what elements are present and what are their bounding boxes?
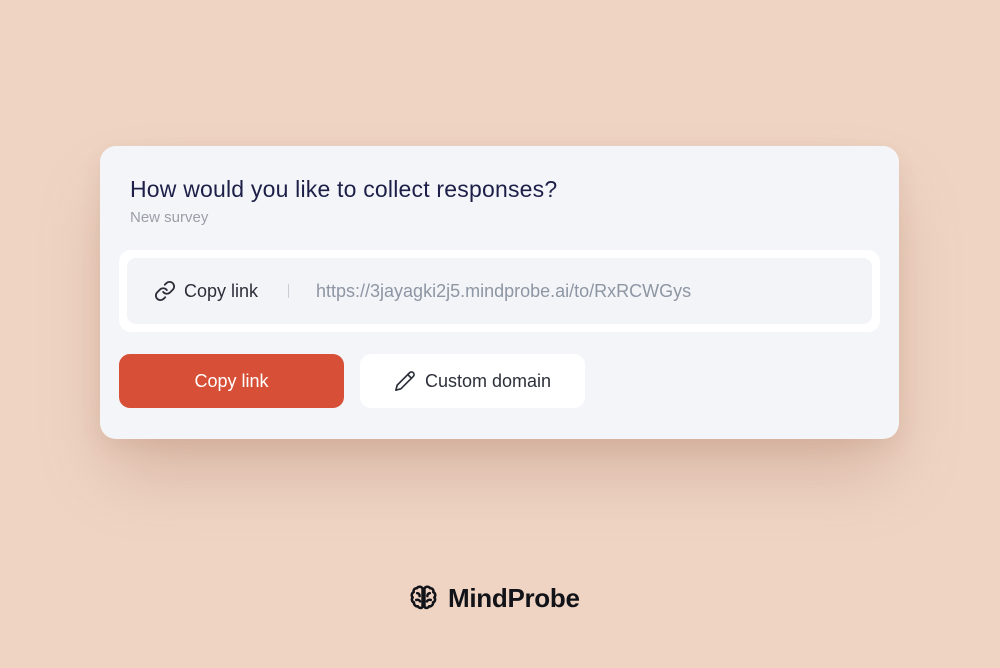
brand-name: MindProbe: [448, 583, 580, 613]
card-title: How would you like to collect responses?: [130, 176, 558, 202]
link-icon: [154, 280, 176, 302]
inline-copy-link-button[interactable]: Copy link: [154, 258, 258, 324]
custom-domain-button[interactable]: Custom domain: [360, 354, 585, 408]
share-link-field: Copy link https://3jayagki2j5.mindprobe.…: [127, 258, 872, 324]
collect-responses-card: How would you like to collect responses?…: [100, 146, 899, 439]
share-url[interactable]: https://3jayagki2j5.mindprobe.ai/to/RxRC…: [316, 258, 691, 324]
inline-copy-link-label: Copy link: [184, 280, 259, 301]
divider: [288, 284, 289, 298]
page: How would you like to collect responses?…: [0, 0, 1000, 668]
card-subtitle: New survey: [130, 209, 209, 226]
custom-domain-label: Custom domain: [424, 370, 552, 391]
brain-icon: [410, 585, 437, 610]
pencil-icon: [394, 371, 415, 391]
share-link-box: Copy link https://3jayagki2j5.mindprobe.…: [119, 250, 880, 332]
copy-link-button[interactable]: Copy link: [119, 354, 344, 408]
brand-logo: MindProbe: [408, 583, 580, 614]
